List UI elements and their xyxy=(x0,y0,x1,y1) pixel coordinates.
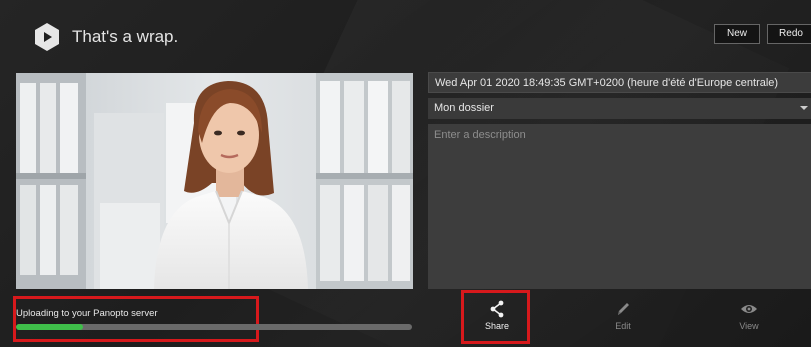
upload-progress-fill xyxy=(16,324,84,330)
upload-highlight-box xyxy=(13,296,259,342)
recording-date-text: Wed Apr 01 2020 18:49:35 GMT+0200 (heure… xyxy=(435,77,779,89)
edit-button[interactable]: Edit xyxy=(593,300,653,340)
app-title: That's a wrap. xyxy=(72,27,179,46)
share-icon xyxy=(467,300,527,318)
edit-label: Edit xyxy=(615,321,631,331)
panopto-play-icon xyxy=(32,22,62,52)
description-input[interactable] xyxy=(428,124,811,289)
folder-select[interactable]: Mon dossier xyxy=(428,98,811,119)
chevron-down-icon[interactable] xyxy=(800,106,808,110)
eye-icon xyxy=(719,300,779,318)
upload-status-text: Uploading to your Panopto server xyxy=(16,308,158,319)
header: That's a wrap. New Redo xyxy=(0,0,811,70)
recording-date-field[interactable]: Wed Apr 01 2020 18:49:35 GMT+0200 (heure… xyxy=(428,72,811,93)
view-button[interactable]: View xyxy=(719,300,779,340)
new-button[interactable]: New xyxy=(714,24,760,44)
upload-progress-bar xyxy=(16,324,412,330)
video-preview[interactable] xyxy=(16,73,413,289)
share-label: Share xyxy=(484,321,510,331)
pencil-icon xyxy=(593,300,653,318)
app-window: That's a wrap. New Redo Wed Apr 01 2020 … xyxy=(0,0,811,347)
view-label: View xyxy=(739,321,759,331)
share-button[interactable]: Share xyxy=(467,300,527,340)
folder-select-value: Mon dossier xyxy=(434,102,494,114)
redo-button[interactable]: Redo xyxy=(767,24,811,44)
